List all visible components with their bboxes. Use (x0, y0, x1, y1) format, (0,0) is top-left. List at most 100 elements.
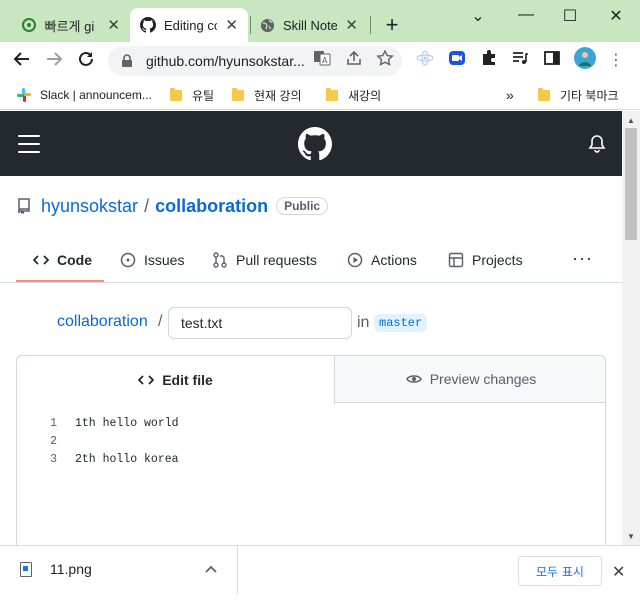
svg-text:A: A (322, 56, 328, 65)
globe-icon (260, 17, 275, 33)
folder-icon (232, 87, 244, 101)
bookmarks-overflow-button[interactable]: » (506, 85, 514, 105)
edit-file-tab[interactable]: Edit file (17, 356, 335, 404)
browser-toolbar: github.com/hyunsokstar... A ⋮ (0, 42, 640, 80)
filename-input[interactable] (168, 307, 352, 339)
pull-request-icon (213, 252, 227, 268)
close-icon[interactable]: ✕ (612, 562, 625, 582)
slack-icon (17, 88, 31, 102)
more-tabs-kebab-icon[interactable]: ··· (572, 248, 593, 269)
code-icon (33, 255, 49, 265)
github-favicon-icon (140, 17, 156, 33)
tab-pull-requests[interactable]: Pull requests (212, 248, 317, 272)
extensions-puzzle-icon[interactable] (480, 50, 498, 66)
bookmark-label: 유틸 (192, 88, 215, 103)
bookmark-label: 현재 강의 (254, 88, 302, 103)
bookmark-star-icon[interactable] (376, 50, 394, 66)
repo-name-link[interactable]: collaboration (155, 196, 268, 217)
preview-tab-label: Preview changes (429, 371, 537, 387)
extension-zoom-icon[interactable] (448, 50, 466, 66)
download-item[interactable]: 11.png (20, 561, 92, 577)
code-icon (138, 375, 155, 385)
bookmark-label: Slack | announcem... (40, 88, 152, 102)
bookmark-folder-other[interactable]: 기타 북마크 (538, 85, 619, 105)
profile-avatar[interactable] (574, 47, 596, 69)
minimize-window-button[interactable]: — (514, 6, 538, 24)
media-playlist-icon[interactable] (511, 50, 529, 66)
breadcrumb-separator: / (158, 313, 163, 330)
tab-projects[interactable]: Projects (448, 248, 523, 272)
line-number: 1 (50, 416, 57, 430)
show-all-button[interactable]: 모두 표시 (518, 556, 602, 586)
browser-tab-2[interactable]: Editing co ✕ (130, 8, 248, 42)
repo-nav: Code Issues Pull requests Actions Projec… (0, 238, 622, 283)
browser-menu-icon[interactable]: ⋮ (604, 50, 628, 72)
active-tab-underline (16, 280, 104, 282)
bookmark-label: 새강의 (348, 88, 382, 103)
eye-icon (405, 375, 422, 383)
bookmark-folder-current-lecture[interactable]: 현재 강의 (232, 85, 302, 105)
line-text: 1th hello world (75, 416, 179, 430)
github-logo-icon[interactable] (298, 127, 332, 161)
bookmark-folder-new-lecture[interactable]: 새강의 (326, 85, 381, 105)
scroll-down-arrow-icon[interactable]: ▼ (625, 532, 637, 541)
code-line: 3 2th hollo korea (17, 450, 605, 468)
chevron-up-icon[interactable] (205, 562, 217, 576)
folder-icon (170, 87, 182, 101)
scroll-up-arrow-icon[interactable]: ▲ (625, 116, 637, 125)
download-filename: 11.png (50, 561, 92, 577)
url-text: github.com/hyunsokstar... (146, 53, 305, 69)
browser-tab-title: 빠르게 gi (44, 18, 95, 34)
table-icon (448, 252, 464, 268)
close-tab-icon[interactable]: ✕ (345, 16, 358, 34)
tab-label: Issues (144, 252, 185, 268)
repo-owner-link[interactable]: hyunsokstar (41, 196, 138, 217)
translate-icon[interactable]: A (313, 50, 331, 66)
code-area[interactable]: 1 1th hello world 2 3 2th hollo korea (17, 414, 605, 468)
code-line: 1 1th hello world (17, 414, 605, 432)
image-file-icon (20, 561, 32, 577)
tab-label: Projects (472, 252, 523, 268)
visibility-badge: Public (276, 197, 329, 215)
tab-label: Code (57, 252, 92, 268)
close-tab-icon[interactable]: ✕ (225, 16, 238, 34)
play-circle-icon (347, 252, 363, 268)
preview-changes-tab[interactable]: Preview changes (335, 356, 605, 403)
in-label: in (357, 314, 370, 331)
tab-label: Actions (371, 252, 417, 268)
back-arrow-icon[interactable] (10, 50, 34, 72)
tab-search-chevron-icon[interactable]: ⌄ (466, 6, 490, 26)
edit-tab-label: Edit file (162, 372, 213, 388)
bookmarks-bar: Slack | announcem... 유틸 현재 강의 새강의 » 기타 북… (0, 80, 640, 110)
issue-icon (120, 252, 136, 268)
code-line: 2 (17, 432, 605, 450)
branch-badge: master (374, 314, 428, 332)
folder-icon (326, 87, 338, 101)
breadcrumb-repo-link[interactable]: collaboration (57, 313, 148, 331)
line-number: 2 (50, 434, 57, 448)
close-window-button[interactable]: ✕ (604, 6, 628, 26)
side-panel-icon[interactable] (543, 50, 561, 66)
browser-tab-3[interactable]: Skill Note ✕ (250, 8, 368, 42)
close-tab-icon[interactable]: ✕ (107, 16, 120, 34)
file-editor: Edit file Preview changes 1 1th hello wo… (16, 355, 606, 555)
share-icon[interactable] (345, 50, 363, 66)
bookmark-slack[interactable]: Slack | announcem... (16, 85, 152, 105)
tab-issues[interactable]: Issues (120, 248, 184, 272)
reload-icon[interactable] (74, 50, 98, 72)
tab-code[interactable]: Code (33, 248, 92, 272)
download-bar: 11.png 모두 표시 ✕ (0, 545, 640, 602)
github-header (0, 111, 622, 176)
forward-arrow-icon[interactable] (42, 50, 66, 72)
new-tab-button[interactable]: + (380, 12, 404, 38)
folder-icon (538, 87, 550, 101)
page-scrollbar-thumb[interactable] (625, 128, 637, 240)
maximize-window-button[interactable]: ☐ (558, 6, 582, 26)
bookmark-folder-util[interactable]: 유틸 (170, 85, 214, 105)
tab-label: Pull requests (236, 252, 317, 268)
hamburger-menu-icon[interactable] (18, 135, 40, 153)
tab-actions[interactable]: Actions (347, 248, 417, 272)
notifications-bell-icon[interactable] (588, 134, 606, 154)
browser-tab-1[interactable]: 빠르게 gi ✕ (12, 8, 130, 42)
extension-react-icon[interactable] (416, 50, 434, 66)
